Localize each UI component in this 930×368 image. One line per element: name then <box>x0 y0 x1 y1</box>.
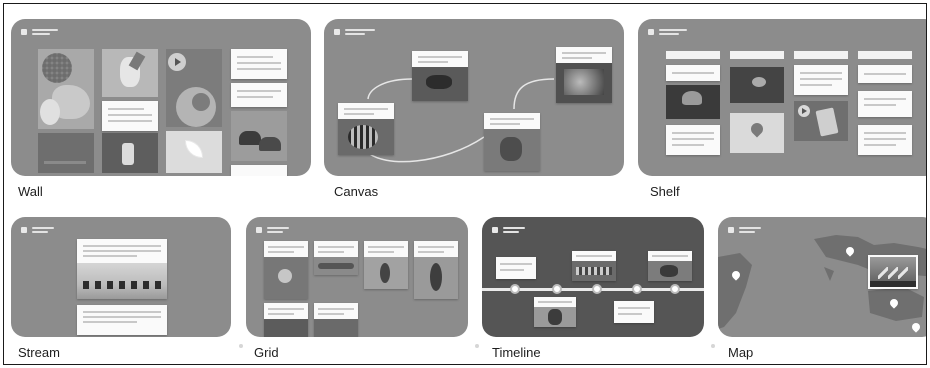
grid-post-card <box>314 303 358 337</box>
layout-label-timeline[interactable]: Timeline <box>492 345 541 360</box>
canvas-post-card <box>412 51 468 101</box>
separator-dot <box>475 344 479 348</box>
wall-image-plant <box>102 49 158 97</box>
play-icon <box>802 108 807 114</box>
board-header <box>21 227 54 233</box>
wall-post-card <box>231 83 287 107</box>
timeline-node <box>552 284 562 294</box>
map-post-card <box>868 255 918 289</box>
grid-post-card <box>364 241 408 289</box>
canvas-post-card <box>556 47 612 103</box>
shelf-post-card <box>858 65 912 83</box>
padlet-logo-icon <box>21 227 27 233</box>
padlet-logo-icon <box>492 227 498 233</box>
shelf-column-header <box>730 51 784 59</box>
timeline-post-card <box>614 301 654 323</box>
board-header <box>648 29 687 35</box>
play-icon <box>175 58 181 66</box>
shelf-post-card <box>666 65 720 81</box>
wall-image-gray <box>38 133 94 173</box>
canvas-post-card <box>484 113 540 171</box>
timeline-node <box>592 284 602 294</box>
timeline-node <box>632 284 642 294</box>
timeline-post-card <box>534 297 576 327</box>
shelf-image-fish <box>730 67 784 103</box>
shelf-image-phone <box>794 101 848 141</box>
grid-post-card <box>414 241 458 299</box>
layout-card-grid[interactable] <box>246 217 468 337</box>
layout-label-wall[interactable]: Wall <box>18 184 43 199</box>
wall-image-shoes <box>231 111 287 161</box>
shelf-post-card <box>858 125 912 155</box>
map-image-opera-house <box>870 257 916 287</box>
wall-image-abstract <box>38 49 94 129</box>
layout-label-stream[interactable]: Stream <box>18 345 60 360</box>
wall-image-shapes <box>166 49 222 127</box>
layout-picker: Wall Canvas Shelf Stream Grid Timeline M… <box>3 3 927 365</box>
shelf-column-header <box>794 51 848 59</box>
layout-label-canvas[interactable]: Canvas <box>334 184 378 199</box>
shelf-image-map <box>730 113 784 153</box>
layout-card-canvas[interactable] <box>324 19 624 176</box>
padlet-logo-icon <box>256 227 262 233</box>
layout-label-grid[interactable]: Grid <box>254 345 279 360</box>
canvas-post-card <box>338 103 394 155</box>
shelf-column-header <box>666 51 720 59</box>
layout-card-shelf[interactable] <box>638 19 926 176</box>
shelf-post-card <box>858 91 912 117</box>
separator-dot <box>711 344 715 348</box>
board-header <box>21 29 58 35</box>
grid-post-card <box>264 303 308 337</box>
timeline-post-card <box>572 251 616 281</box>
stream-image-camels <box>77 263 167 299</box>
shelf-column-header <box>858 51 912 59</box>
padlet-logo-icon <box>648 29 654 35</box>
timeline-node <box>670 284 680 294</box>
wall-image-leaf <box>166 131 222 173</box>
shelf-post-card <box>794 65 848 95</box>
wall-post-card <box>102 101 158 131</box>
layout-card-stream[interactable] <box>11 217 231 337</box>
padlet-logo-icon <box>21 29 27 35</box>
leaf-icon <box>186 141 202 157</box>
map-pin-icon <box>748 120 766 138</box>
stream-post-card <box>77 305 167 335</box>
board-header <box>492 227 525 233</box>
layout-card-map[interactable] <box>718 217 926 337</box>
board-header <box>256 227 289 233</box>
wall-post-card <box>231 49 287 79</box>
timeline-post-card <box>648 251 692 281</box>
wall-image-bottle <box>102 133 158 173</box>
shelf-image-jellyfish <box>666 85 720 119</box>
grid-post-card <box>264 241 308 299</box>
wall-post-card <box>231 165 287 176</box>
layout-card-wall[interactable] <box>11 19 311 176</box>
layout-label-map[interactable]: Map <box>728 345 753 360</box>
shelf-post-card <box>666 125 720 155</box>
timeline-post-card <box>496 257 536 279</box>
separator-dot <box>239 344 243 348</box>
layout-label-shelf[interactable]: Shelf <box>650 184 680 199</box>
stream-post-card <box>77 239 167 299</box>
grid-post-card <box>314 241 358 275</box>
layout-card-timeline[interactable] <box>482 217 704 337</box>
timeline-node <box>510 284 520 294</box>
